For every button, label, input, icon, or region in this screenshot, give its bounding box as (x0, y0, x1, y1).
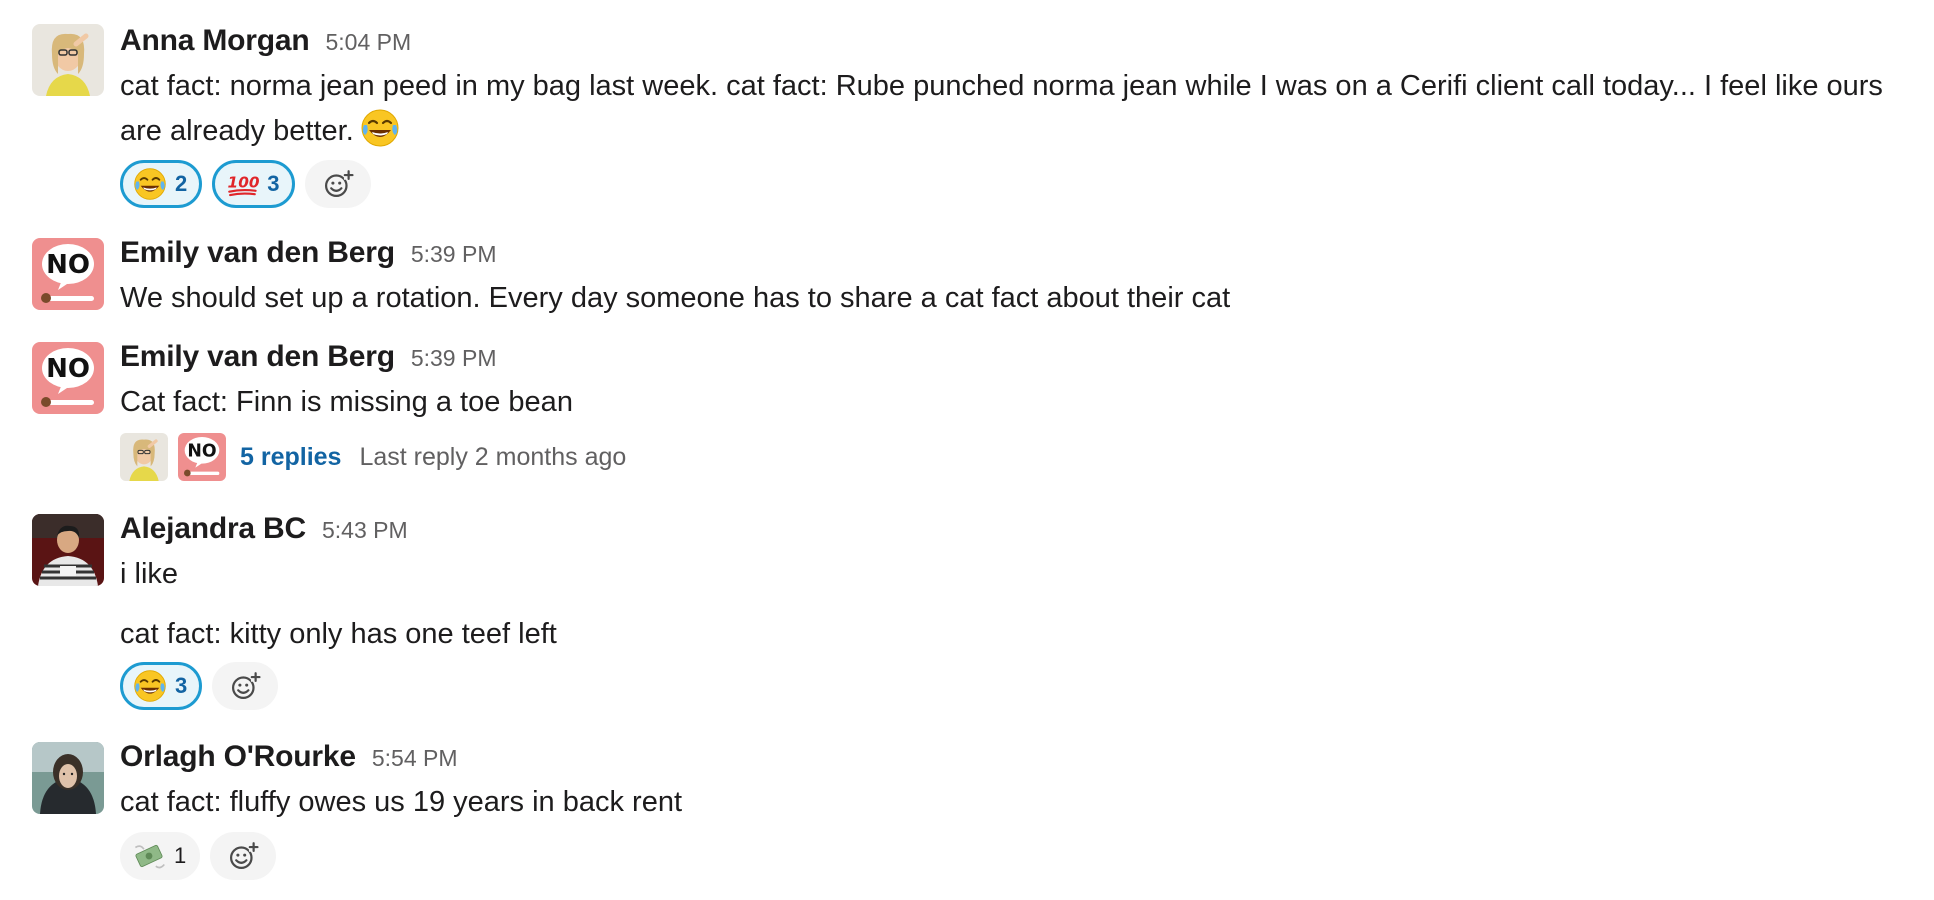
reaction-bar: 2 3 (120, 160, 371, 208)
author-name[interactable]: Emily van den Berg (120, 236, 395, 270)
avatar[interactable] (32, 742, 104, 814)
add-reaction-icon (321, 167, 355, 201)
add-reaction-icon (228, 669, 262, 703)
thread-summary[interactable]: 5 replies Last reply 2 months ago (120, 432, 626, 482)
avatar-image (32, 514, 104, 586)
thread-last-reply: Last reply 2 months ago (359, 442, 627, 471)
message: Emily van den Berg 5:39 PM We should set… (0, 236, 1934, 326)
reaction-pill[interactable]: 3 (120, 662, 203, 710)
reaction-count: 1 (174, 843, 187, 868)
avatar[interactable] (32, 514, 104, 586)
message-text: Cat fact: Finn is missing a toe bean (120, 386, 573, 418)
timestamp[interactable]: 5:39 PM (411, 241, 497, 268)
message: Anna Morgan 5:04 PM cat fact: norma jean… (0, 24, 1934, 214)
avatar-image (32, 24, 104, 96)
message-text: We should set up a rotation. Every day s… (120, 282, 1231, 314)
message: Orlagh O'Rourke 5:54 PM cat fact: fluffy… (0, 740, 1934, 890)
timestamp[interactable]: 5:54 PM (372, 745, 458, 772)
reaction-bar: 3 (120, 662, 279, 710)
reaction-pill[interactable]: 2 (120, 160, 203, 208)
author-name[interactable]: Emily van den Berg (120, 340, 395, 374)
reaction-count: 3 (175, 673, 188, 698)
timestamp[interactable]: 5:04 PM (325, 29, 411, 56)
joy-emoji-icon (133, 167, 167, 201)
money-with-wings-emoji-icon (132, 839, 166, 873)
no-sign-avatar-image (32, 238, 104, 310)
author-name[interactable]: Orlagh O'Rourke (120, 740, 356, 774)
message-header: Orlagh O'Rourke 5:54 PM (120, 740, 458, 780)
add-reaction-icon (226, 839, 260, 873)
message-feed: Anna Morgan 5:04 PM cat fact: norma jean… (0, 0, 1934, 900)
reaction-count: 3 (267, 171, 280, 196)
message: Emily van den Berg 5:39 PM Cat fact: Fin… (0, 340, 1934, 490)
author-name[interactable]: Anna Morgan (120, 24, 310, 58)
hundred-emoji-icon (225, 167, 259, 201)
avatar[interactable] (32, 342, 104, 414)
avatar-image (32, 742, 104, 814)
thread-replies-link[interactable]: 5 replies (240, 443, 341, 472)
message-text: i like (120, 558, 179, 590)
reaction-count: 2 (175, 171, 188, 196)
avatar[interactable] (32, 24, 104, 96)
author-name[interactable]: Alejandra BC (120, 512, 306, 546)
message-header: Emily van den Berg 5:39 PM (120, 236, 496, 276)
reaction-pill[interactable]: 1 (120, 832, 201, 880)
timestamp[interactable]: 5:43 PM (322, 517, 408, 544)
add-reaction-button[interactable] (212, 662, 279, 710)
add-reaction-button[interactable] (210, 832, 277, 880)
timestamp[interactable]: 5:39 PM (411, 345, 497, 372)
message-text: cat fact: fluffy owes us 19 years in bac… (120, 786, 683, 818)
thread-participant-avatar (178, 433, 226, 481)
message-header: Anna Morgan 5:04 PM (120, 24, 411, 64)
no-sign-avatar-image (32, 342, 104, 414)
reaction-bar: 1 (120, 832, 277, 880)
joy-emoji-icon (360, 108, 400, 161)
followup-message-text: cat fact: kitty only has one teef left (120, 618, 557, 650)
joy-emoji-icon (133, 669, 167, 703)
message-header: Emily van den Berg 5:39 PM (120, 340, 496, 380)
reaction-pill[interactable]: 3 (212, 160, 295, 208)
thread-participant-avatar (120, 433, 168, 481)
message: Alejandra BC 5:43 PM i like cat fact: ki… (0, 512, 1934, 712)
message-text: cat fact: norma jean peed in my bag last… (120, 64, 1914, 161)
message-header: Alejandra BC 5:43 PM (120, 512, 408, 552)
add-reaction-button[interactable] (304, 160, 371, 208)
avatar[interactable] (32, 238, 104, 310)
